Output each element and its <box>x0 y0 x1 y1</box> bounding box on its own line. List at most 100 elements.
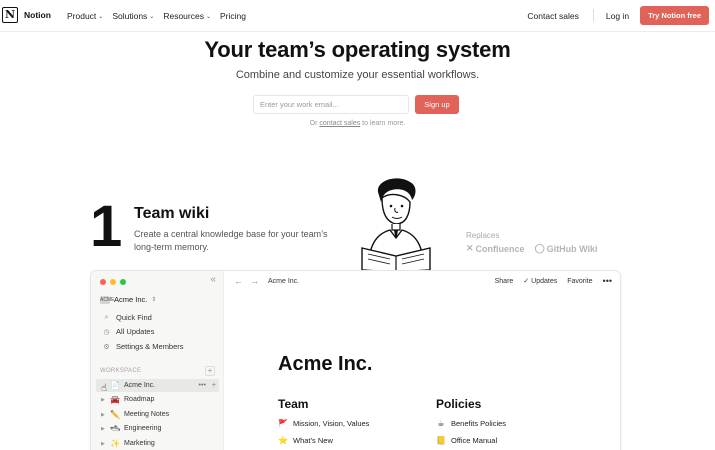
page-label: Roadmap <box>124 396 155 403</box>
close-window-icon[interactable] <box>100 279 106 285</box>
breadcrumb[interactable]: Acme Inc. <box>268 278 299 285</box>
expand-triangle-icon[interactable]: ▶ <box>101 426 106 432</box>
sidebar-item-label: Quick Find <box>116 313 152 322</box>
nav-solutions[interactable]: Solutions ⌄ <box>112 11 154 21</box>
search-icon: ⌕ <box>104 313 109 321</box>
logo-text: Notion <box>24 10 51 20</box>
expand-triangle-icon[interactable]: ▶ <box>101 412 106 418</box>
forward-arrow-icon[interactable]: → <box>250 276 259 286</box>
nav-links: Product ⌄ Solutions ⌄ Resources ⌄ Pricin… <box>67 11 246 21</box>
history-arrows: ← → <box>234 276 259 286</box>
nav-product-label: Product <box>67 11 97 21</box>
replaces-label: Replaces <box>466 231 500 240</box>
expand-triangle-icon[interactable]: ▶ <box>101 441 106 447</box>
boat-icon: 🛥 <box>110 424 121 433</box>
signup-form: Sign up <box>253 95 459 114</box>
notion-logo[interactable]: N Notion <box>2 7 51 23</box>
back-arrow-icon[interactable]: ← <box>234 276 243 286</box>
collapse-sidebar-icon[interactable]: « <box>210 274 216 285</box>
flag-icon: 🚩 <box>278 419 288 428</box>
hero-title: Your team’s operating system <box>204 37 511 62</box>
maximize-window-icon[interactable] <box>120 279 126 285</box>
sidebar-item-label: All Updates <box>116 327 155 336</box>
nav-pricing[interactable]: Pricing <box>220 11 246 21</box>
link-label: Mission, Vision, Values <box>293 419 370 428</box>
page-title: Acme Inc. <box>278 353 373 375</box>
app-window-preview: « ACME Acme Inc. ⇕ ⌕ Quick Find ◷ All Up… <box>90 270 621 450</box>
contact-sales-inline-link[interactable]: contact sales <box>319 120 360 127</box>
page-label: Meeting Notes <box>124 411 170 418</box>
expand-triangle-icon[interactable]: ▶ <box>101 397 106 403</box>
page-actions: Share ✓ Updates Favorite ••• <box>495 276 612 286</box>
page-label: Marketing <box>124 440 155 447</box>
clock-icon: ◷ <box>103 328 110 336</box>
contact-sales-link[interactable]: Contact sales <box>527 11 579 21</box>
sidebar-item-settings[interactable]: ⚙ Settings & Members <box>102 342 184 351</box>
sidebar-page-meeting-notes[interactable]: ▶ ✏️ Meeting Notes <box>96 408 219 421</box>
login-link[interactable]: Log in <box>606 11 629 21</box>
confluence-label: Confluence <box>475 243 525 254</box>
nav-divider <box>592 9 594 22</box>
page-icon: 📄 <box>110 381 120 390</box>
signup-button[interactable]: Sign up <box>415 95 459 114</box>
favorite-button[interactable]: Favorite <box>567 278 592 285</box>
workspace-avatar: ACME <box>100 295 115 304</box>
policies-heading: Policies <box>436 397 482 411</box>
more-options-icon[interactable]: ••• <box>603 276 612 286</box>
nav-product[interactable]: Product ⌄ <box>67 11 103 21</box>
add-page-icon[interactable]: + <box>205 366 215 376</box>
link-label: What’s New <box>293 436 333 445</box>
link-whats-new[interactable]: ⭐ What’s New <box>278 436 333 445</box>
add-subpage-icon[interactable]: + <box>212 382 216 389</box>
updates-button[interactable]: ✓ Updates <box>523 277 558 286</box>
sidebar-item-label: Settings & Members <box>116 342 184 351</box>
page-topbar: ← → Acme Inc. Share ✓ Updates Favorite •… <box>225 271 620 291</box>
sparkles-icon: ✨ <box>110 439 120 448</box>
updown-chevron-icon: ⇕ <box>151 297 157 303</box>
page-label: Acme Inc. <box>124 382 156 389</box>
check-icon: ✓ <box>523 278 530 285</box>
nav-pricing-label: Pricing <box>220 11 246 21</box>
share-button[interactable]: Share <box>495 278 514 285</box>
link-office-manual[interactable]: 📒 Office Manual <box>436 436 497 445</box>
confluence-logo: ✕ Confluence <box>466 243 525 254</box>
sidebar-page-marketing[interactable]: ▶ ✨ Marketing <box>96 437 219 450</box>
link-label: Office Manual <box>451 436 498 445</box>
sidebar-page-acme[interactable]: 📄 Acme Inc. ••• + <box>96 379 219 392</box>
sidebar-page-roadmap[interactable]: ▶ 🚘 Roadmap <box>96 393 219 406</box>
replaced-tools: ✕ Confluence ◯ GitHub Wiki <box>466 243 598 254</box>
link-benefits-policies[interactable]: ☕ Benefits Policies <box>436 419 506 428</box>
more-icon[interactable]: ••• <box>199 382 206 389</box>
sidebar-page-engineering[interactable]: ▶ 🛥 Engineering <box>96 422 219 435</box>
top-nav: N Notion Product ⌄ Solutions ⌄ Resources… <box>0 0 715 32</box>
try-notion-free-button[interactable]: Try Notion free <box>640 6 709 25</box>
link-label: Benefits Policies <box>451 419 507 428</box>
link-mission-vision-values[interactable]: 🚩 Mission, Vision, Values <box>278 419 369 428</box>
chevron-down-icon: ⌄ <box>205 13 211 20</box>
minimize-window-icon[interactable] <box>110 279 116 285</box>
star-icon: ⭐ <box>278 436 288 445</box>
section-number: 1 <box>90 194 123 259</box>
notion-logo-icon: N <box>2 7 18 23</box>
page-label: Engineering <box>124 425 162 432</box>
email-input[interactable] <box>253 95 409 114</box>
person-reading-illustration <box>361 178 431 272</box>
sidebar-item-all-updates[interactable]: ◷ All Updates <box>102 327 154 336</box>
updates-label: Updates <box>531 277 558 285</box>
window-controls <box>100 279 126 285</box>
section-title: Team wiki <box>134 205 210 222</box>
contact-sales-line: Or contact sales to learn more. <box>0 120 715 127</box>
workspace-section-label: WORKSPACE <box>100 368 142 374</box>
workspace-switcher[interactable]: ACME Acme Inc. ⇕ <box>100 295 156 304</box>
row-actions: ••• + <box>199 382 219 389</box>
sidebar-item-quick-find[interactable]: ⌕ Quick Find <box>102 313 152 322</box>
chevron-down-icon: ⌄ <box>149 13 155 20</box>
mouse-pointer-icon: ☝ <box>101 383 108 394</box>
pencil-icon: ✏️ <box>110 410 120 419</box>
confluence-icon: ✕ <box>466 243 474 253</box>
github-icon: ◯ <box>534 243 545 253</box>
chevron-down-icon: ⌄ <box>98 13 104 20</box>
nav-resources[interactable]: Resources ⌄ <box>163 11 211 21</box>
github-wiki-label: GitHub Wiki <box>546 243 598 254</box>
nav-solutions-label: Solutions <box>112 11 148 21</box>
